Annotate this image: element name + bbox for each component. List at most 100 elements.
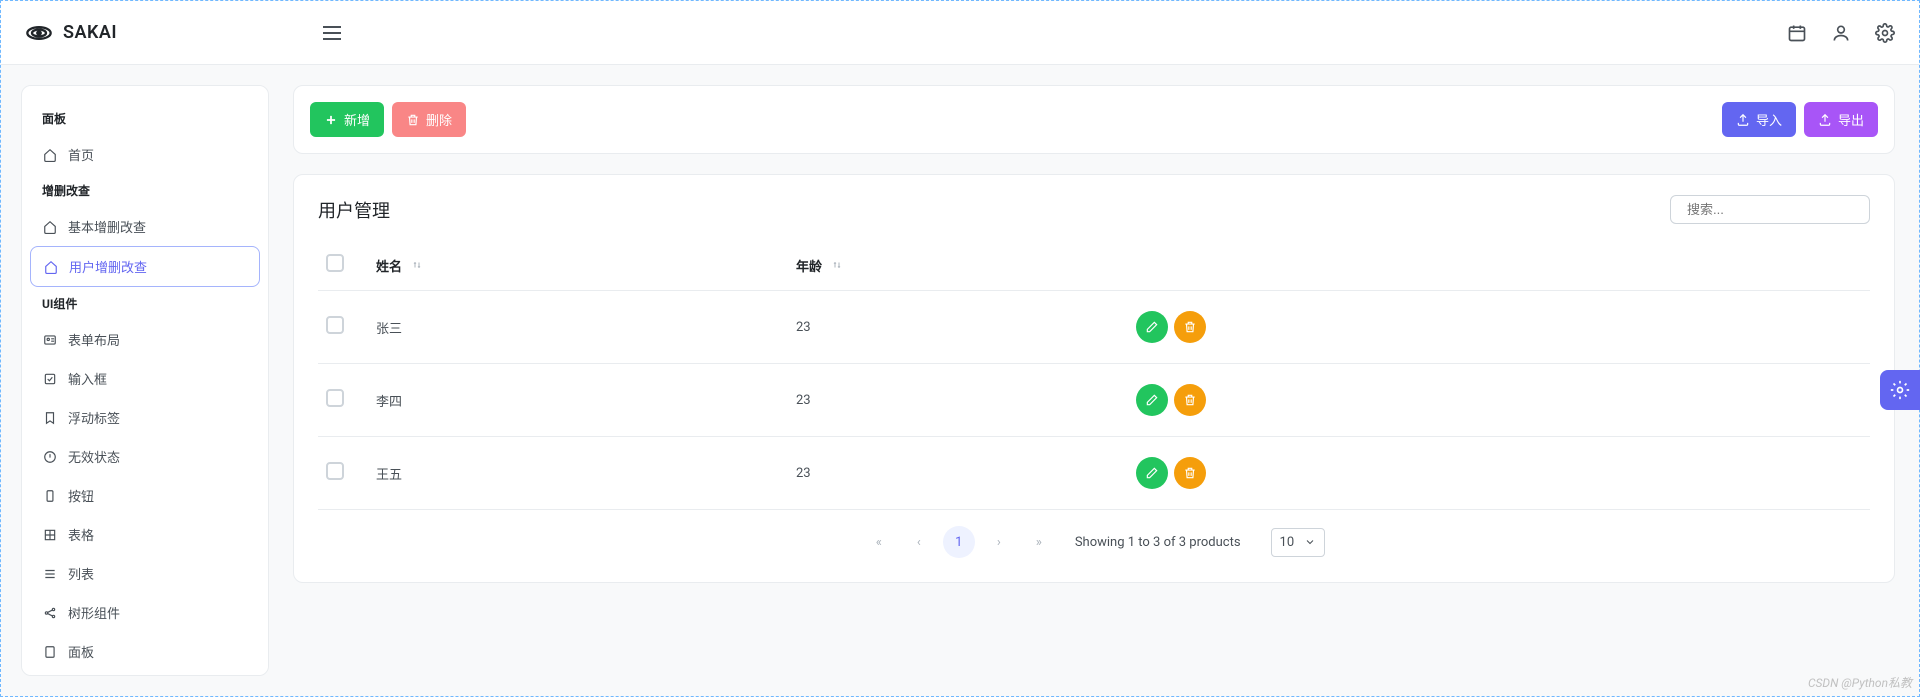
paginator-info: Showing 1 to 3 of 3 products [1075,535,1241,550]
nav-section-title: 增删改查 [30,174,260,207]
list-icon [42,566,58,582]
table-row: 王五23 [318,437,1870,510]
select-all-checkbox[interactable] [326,254,344,272]
page-number-button[interactable]: 1 [943,526,975,558]
sidebar-item-label: 输入框 [68,369,107,388]
sidebar-item[interactable]: 列表 [30,554,260,593]
upload-icon [1818,113,1832,127]
plus-icon [324,113,338,127]
id-card-icon [42,332,58,348]
search-input[interactable] [1687,202,1863,217]
data-table: 姓名 年龄 张三23李四23王五23 [318,240,1870,510]
add-button-label: 新增 [344,110,370,129]
toolbar: 新增 删除 导入 导出 [293,85,1895,154]
edit-button[interactable] [1136,457,1168,489]
sidebar-item-label: 按钮 [68,486,94,505]
pencil-icon [1145,466,1159,480]
user-icon[interactable] [1831,23,1851,43]
calendar-icon[interactable] [1787,23,1807,43]
row-checkbox[interactable] [326,462,344,480]
trash-icon [1183,466,1197,480]
row-checkbox[interactable] [326,316,344,334]
add-button[interactable]: 新增 [310,102,384,137]
check-square-icon [42,371,58,387]
page-prev-button[interactable]: ‹ [903,526,935,558]
paginator: « ‹ 1 › » Showing 1 to 3 of 3 products 1… [318,510,1870,562]
sidebar-item-label: 首页 [68,145,94,164]
warning-icon [42,449,58,465]
search-box[interactable] [1670,195,1870,224]
brand-text: SAKAI [63,22,117,43]
home-icon [43,259,59,275]
column-header-name[interactable]: 姓名 [368,240,788,291]
cell-name: 王五 [368,437,788,510]
sidebar-item[interactable]: 首页 [30,135,260,174]
row-delete-button[interactable] [1174,457,1206,489]
page-size-select[interactable]: 10 [1271,528,1326,557]
cell-name: 李四 [368,364,788,437]
menu-toggle-icon[interactable] [317,20,347,46]
sidebar-item-label: 树形组件 [68,603,120,622]
delete-button-label: 删除 [426,110,452,129]
sidebar-item-label: 基本增删改查 [68,217,146,236]
page-first-button[interactable]: « [863,526,895,558]
table-row: 张三23 [318,291,1870,364]
card-title: 用户管理 [318,197,390,223]
nav-section-title: UI组件 [30,287,260,320]
sort-icon [831,259,843,271]
sidebar-item[interactable]: 输入框 [30,359,260,398]
sidebar-item[interactable]: 浮动标签 [30,398,260,437]
tablet-icon [42,644,58,660]
import-button[interactable]: 导入 [1722,102,1796,137]
pencil-icon [1145,320,1159,334]
settings-icon[interactable] [1875,23,1895,43]
pencil-icon [1145,393,1159,407]
sidebar-item[interactable]: 表格 [30,515,260,554]
bookmark-icon [42,410,58,426]
sidebar-item-label: 用户增删改查 [69,257,147,276]
sidebar-item-label: 表单布局 [68,330,120,349]
sidebar-item[interactable]: 面板 [30,632,260,671]
sidebar-item-label: 面板 [68,642,94,661]
home-icon [42,219,58,235]
row-delete-button[interactable] [1174,311,1206,343]
watermark: CSDN @Python私教 [1808,674,1912,691]
edit-button[interactable] [1136,384,1168,416]
sidebar-item[interactable]: 用户增删改查 [30,246,260,287]
sidebar-item[interactable]: 树形组件 [30,593,260,632]
row-checkbox[interactable] [326,389,344,407]
logo: SAKAI [25,19,117,47]
table-row: 李四23 [318,364,1870,437]
page-next-button[interactable]: › [983,526,1015,558]
data-card: 用户管理 姓名 年龄 [293,174,1895,583]
sidebar-item[interactable]: 无效状态 [30,437,260,476]
export-button[interactable]: 导出 [1804,102,1878,137]
cell-name: 张三 [368,291,788,364]
sidebar-item[interactable]: 表单布局 [30,320,260,359]
home-icon [42,147,58,163]
logo-icon [25,19,53,47]
gear-icon [1890,380,1910,400]
table-icon [42,527,58,543]
theme-settings-button[interactable] [1880,370,1920,410]
sidebar-item-label: 浮动标签 [68,408,120,427]
cell-age: 23 [788,291,1128,364]
trash-icon [1183,320,1197,334]
share-icon [42,605,58,621]
delete-button[interactable]: 删除 [392,102,466,137]
row-delete-button[interactable] [1174,384,1206,416]
column-header-age[interactable]: 年龄 [788,240,1128,291]
sidebar-item-label: 列表 [68,564,94,583]
sidebar-item[interactable]: 基本增删改查 [30,207,260,246]
import-button-label: 导入 [1756,110,1782,129]
sidebar-item-label: 表格 [68,525,94,544]
sidebar-item-label: 无效状态 [68,447,120,466]
edit-button[interactable] [1136,311,1168,343]
trash-icon [1183,393,1197,407]
upload-icon [1736,113,1750,127]
sidebar-item[interactable]: 按钮 [30,476,260,515]
sidebar: 面板 首页增删改查基本增删改查用户增删改查 UI组件表单布局输入框浮动标签无效状态按… [21,85,269,676]
topbar: SAKAI [1,1,1919,65]
page-last-button[interactable]: » [1023,526,1055,558]
trash-icon [406,113,420,127]
